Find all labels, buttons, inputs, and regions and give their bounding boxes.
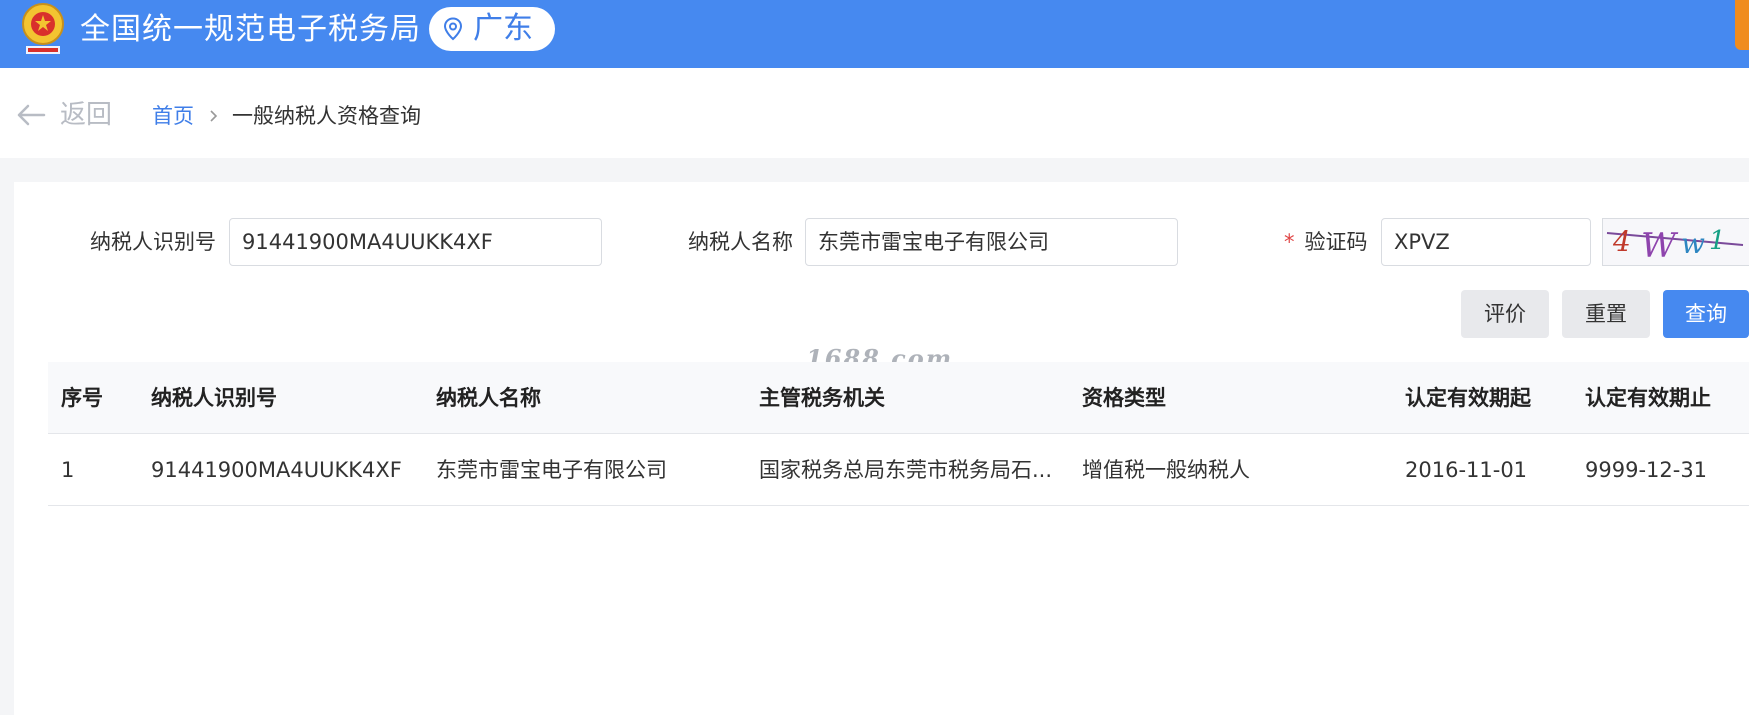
column-header: 序号	[61, 386, 103, 410]
svg-text:4: 4	[1612, 225, 1631, 258]
region-selector[interactable]: 广东	[429, 7, 555, 51]
chevron-right-icon	[210, 110, 218, 122]
taxpayer-name-input[interactable]: 东莞市雷宝电子有限公司	[805, 218, 1178, 266]
column-header: 认定有效期止	[1585, 386, 1711, 410]
captcha-image[interactable]: 4 W w 1	[1602, 218, 1749, 266]
region-label: 广东	[473, 11, 533, 46]
back-button[interactable]: 返回	[16, 98, 112, 132]
breadcrumb-home-link[interactable]: 首页	[152, 102, 194, 130]
query-button[interactable]: 查询	[1663, 290, 1749, 338]
nav-bar: 返回 首页 一般纳税人资格查询	[0, 68, 1749, 158]
table-cell: 2016-11-01	[1405, 458, 1528, 482]
captcha-label: 验证码	[1304, 230, 1368, 254]
table-cell: 增值税一般纳税人	[1082, 458, 1250, 482]
table-cell: 9999-12-31	[1585, 458, 1708, 482]
table-cell: 国家税务总局东莞市税务局石...	[759, 458, 1053, 482]
table-header: 序号 纳税人识别号 纳税人名称 主管税务机关 资格类型 认定有效期起 认定有效期…	[48, 362, 1749, 434]
breadcrumb-current: 一般纳税人资格查询	[232, 104, 421, 128]
column-header: 主管税务机关	[759, 386, 885, 410]
arrow-left-icon	[17, 104, 46, 126]
table-row[interactable]: 1 91441900MA4UUKK4XF 东莞市雷宝电子有限公司 国家税务总局东…	[48, 434, 1749, 506]
taxpayer-name-label: 纳税人名称	[688, 230, 793, 254]
corner-tab[interactable]	[1735, 0, 1749, 50]
column-header: 资格类型	[1082, 386, 1166, 410]
svg-text:w: w	[1681, 227, 1705, 260]
svg-text:1: 1	[1709, 226, 1726, 256]
captcha-label-group: * 验证码	[1284, 228, 1368, 256]
evaluate-button[interactable]: 评价	[1461, 290, 1549, 338]
taxpayer-id-input[interactable]: 91441900MA4UUKK4XF	[229, 218, 602, 266]
top-header: 全国统一规范电子税务局 广东	[0, 0, 1749, 68]
back-label: 返回	[60, 100, 113, 130]
captcha-input[interactable]: XPVZ	[1381, 218, 1591, 266]
breadcrumb: 首页 一般纳税人资格查询	[152, 102, 421, 130]
reset-button[interactable]: 重置	[1562, 290, 1650, 338]
table-cell: 东莞市雷宝电子有限公司	[436, 458, 667, 482]
results-table: 序号 纳税人识别号 纳税人名称 主管税务机关 资格类型 认定有效期起 认定有效期…	[48, 362, 1749, 506]
column-header: 认定有效期起	[1405, 386, 1531, 410]
tax-emblem-icon	[18, 0, 68, 58]
taxpayer-id-label: 纳税人识别号	[90, 230, 216, 254]
svg-text:W: W	[1641, 226, 1679, 266]
table-cell: 1	[61, 458, 75, 482]
column-header: 纳税人识别号	[151, 386, 277, 410]
location-pin-icon	[443, 17, 463, 41]
table-cell: 91441900MA4UUKK4XF	[151, 458, 402, 482]
column-header: 纳税人名称	[436, 386, 541, 410]
app-title: 全国统一规范电子税务局	[80, 12, 421, 47]
required-mark: *	[1284, 230, 1295, 254]
